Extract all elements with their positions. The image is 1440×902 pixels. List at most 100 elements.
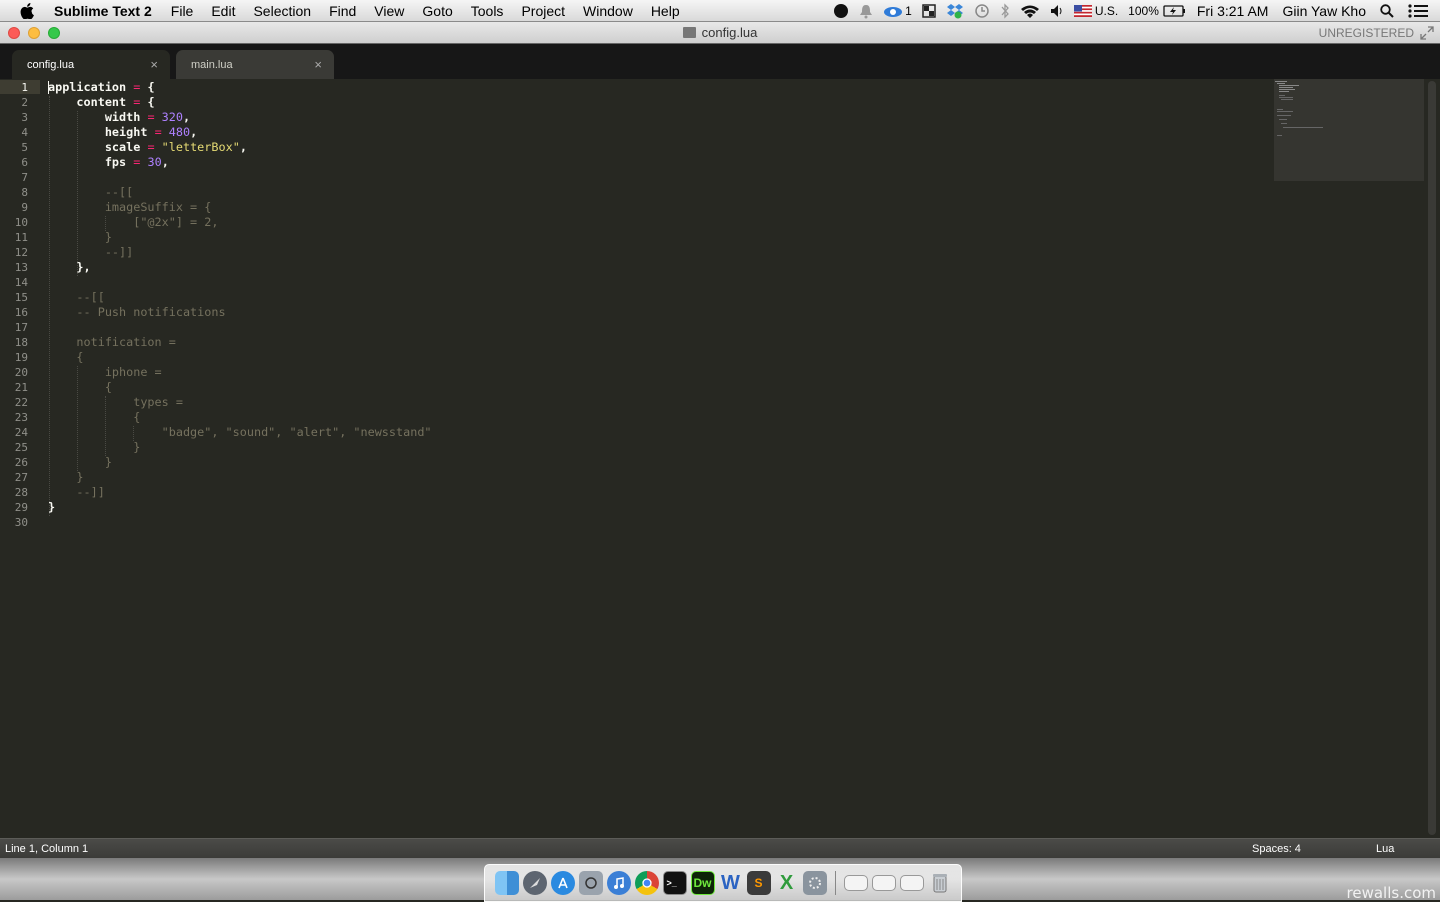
vertical-scrollbar[interactable]	[1428, 81, 1436, 835]
tab-config-lua[interactable]: config.lua ×	[12, 50, 170, 79]
chrome-icon[interactable]	[634, 871, 659, 895]
line-number: 23	[14, 411, 28, 424]
text-cursor	[48, 81, 49, 94]
tab-label: main.lua	[191, 59, 233, 71]
token-brace: },	[76, 260, 91, 274]
tab-bar: config.lua × main.lua ×	[0, 44, 1440, 79]
token-operator: =	[147, 140, 155, 154]
apple-icon[interactable]	[20, 2, 34, 19]
code-line: height = 480,	[48, 125, 197, 140]
line-number: 15	[14, 291, 28, 304]
cloud-sync-icon[interactable]: 1	[883, 0, 912, 22]
terminal-icon[interactable]: >_	[662, 871, 687, 895]
menu-selection[interactable]: Selection	[253, 3, 311, 19]
preview-icon[interactable]	[578, 871, 603, 895]
code-line: },	[48, 260, 91, 275]
code-comment: }	[48, 455, 112, 469]
dropbox-icon[interactable]	[946, 0, 964, 22]
token-identifier: width	[104, 110, 141, 124]
dreamweaver-icon[interactable]: Dw	[690, 871, 715, 895]
bluetooth-icon[interactable]	[1000, 0, 1010, 22]
minimap-line	[1279, 89, 1295, 90]
token-identifier: scale	[104, 140, 141, 154]
menu-project[interactable]: Project	[521, 3, 565, 19]
itunes-icon[interactable]	[606, 871, 631, 895]
code-line: application = {	[48, 80, 155, 95]
code-line: scale = "letterBox",	[48, 140, 247, 155]
desktop: >_ Dw W S X rewalls.com	[0, 858, 1440, 902]
menu-bar: Sublime Text 2 File Edit Selection Find …	[0, 0, 1440, 22]
token-number: 320	[161, 110, 183, 124]
document-stack-icon[interactable]	[843, 875, 868, 891]
document-stack-icon[interactable]	[871, 875, 896, 891]
volume-icon[interactable]	[1050, 0, 1064, 22]
minimap[interactable]	[1274, 79, 1424, 181]
wifi-icon[interactable]	[1020, 0, 1040, 22]
token-identifier: content	[76, 95, 127, 109]
app-store-icon[interactable]	[550, 871, 575, 895]
tab-main-lua[interactable]: main.lua ×	[176, 50, 334, 79]
battery-icon[interactable]	[1163, 0, 1187, 22]
line-number: 4	[21, 126, 28, 139]
token-identifier: application	[48, 80, 127, 94]
spotlight-search-icon[interactable]	[1380, 0, 1394, 22]
minimap-line	[1277, 135, 1282, 136]
code-comment: {	[48, 350, 84, 364]
fullscreen-icon[interactable]	[1420, 26, 1434, 45]
time-machine-icon[interactable]	[974, 0, 990, 22]
code-comment: ["@2x"] = 2,	[48, 215, 219, 229]
system-preferences-icon[interactable]	[802, 871, 827, 895]
tab-close-icon[interactable]: ×	[150, 57, 158, 72]
window-manager-icon[interactable]	[922, 0, 936, 22]
window-title: config.lua	[0, 25, 1440, 40]
notification-bell-icon[interactable]	[859, 0, 873, 22]
editor-area[interactable]: 1 2 3 4 5 6 7 8 9 10 11 12 13 14 15 16 17 18 19 20 21 22 23 24 2…	[0, 79, 1440, 838]
code-comment: -- Push notifications	[48, 305, 226, 319]
token-brace: {	[147, 95, 155, 109]
token-brace: }	[48, 500, 56, 514]
token-brace: {	[147, 80, 155, 94]
code-line: fps = 30,	[48, 155, 169, 170]
word-icon[interactable]: W	[719, 871, 743, 895]
line-number: 14	[14, 276, 28, 289]
indentation-selector[interactable]: Spaces: 4	[1252, 843, 1301, 855]
menu-goto[interactable]: Goto	[422, 3, 452, 19]
code-comment: imageSuffix = {	[48, 200, 212, 214]
sublime-icon[interactable]: S	[746, 871, 771, 895]
us-flag-icon[interactable]: U.S.	[1073, 0, 1118, 22]
token-identifier: fps	[104, 155, 127, 169]
code-line: }	[48, 500, 55, 515]
code-view[interactable]: application = { content = { width = 320,…	[48, 79, 1270, 838]
minimap-line	[1279, 95, 1285, 96]
document-stack-icon[interactable]	[899, 875, 924, 891]
line-number: 2	[21, 96, 28, 109]
code-line: width = 320,	[48, 110, 190, 125]
user-name[interactable]: Giin Yaw Kho	[1282, 3, 1366, 19]
code-line: content = {	[48, 95, 155, 110]
launchpad-icon[interactable]	[522, 871, 547, 895]
menu-edit[interactable]: Edit	[211, 3, 235, 19]
menu-window[interactable]: Window	[583, 3, 633, 19]
token-operator: =	[133, 95, 141, 109]
menu-view[interactable]: View	[374, 3, 404, 19]
menu-extras: 1 U.S. 100% Fri 3:21 AM Giin Yaw Kho	[833, 0, 1440, 22]
menu-file[interactable]: File	[171, 3, 194, 19]
menu-find[interactable]: Find	[329, 3, 356, 19]
battery-percent[interactable]: 100%	[1128, 0, 1159, 22]
tab-close-icon[interactable]: ×	[314, 57, 322, 72]
finder-icon[interactable]	[494, 871, 519, 895]
line-number: 6	[21, 156, 28, 169]
code-comment: }	[48, 230, 112, 244]
token-comma: ,	[182, 110, 191, 124]
menu-tools[interactable]: Tools	[471, 3, 504, 19]
line-number: 28	[14, 486, 28, 499]
alfred-icon[interactable]	[833, 0, 849, 22]
menu-help[interactable]: Help	[651, 3, 680, 19]
trash-icon[interactable]	[928, 871, 952, 895]
clock[interactable]: Fri 3:21 AM	[1197, 3, 1269, 19]
notification-center-icon[interactable]	[1408, 0, 1428, 22]
menu-app-name[interactable]: Sublime Text 2	[54, 3, 152, 19]
excel-icon[interactable]: X	[775, 871, 799, 895]
token-comma: ,	[161, 155, 169, 169]
syntax-selector[interactable]: Lua	[1376, 843, 1394, 855]
